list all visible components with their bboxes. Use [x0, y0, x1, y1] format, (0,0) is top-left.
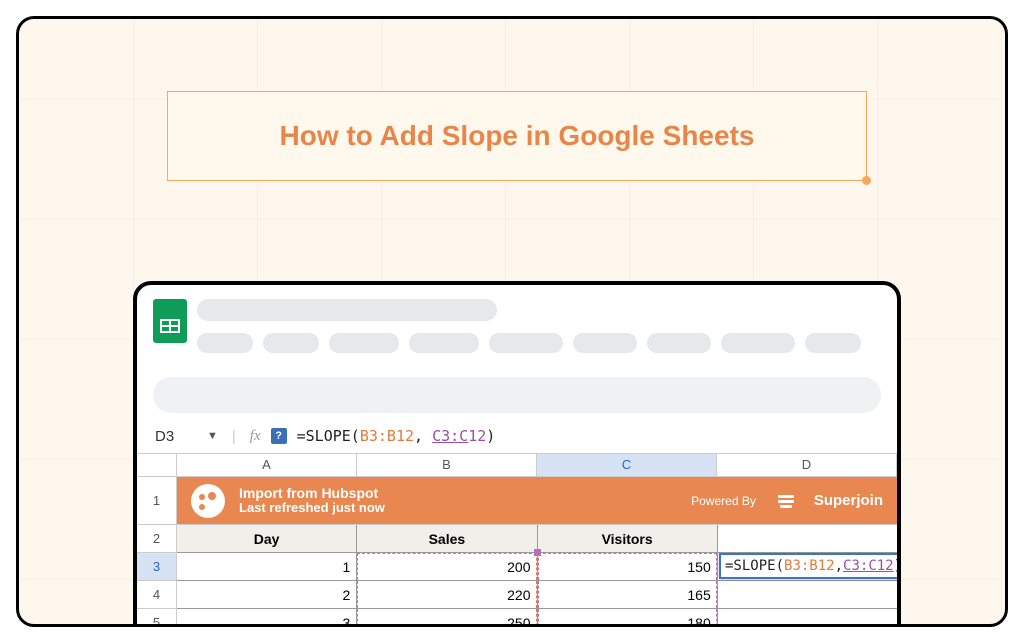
select-all-cell[interactable] [137, 454, 177, 476]
selection-handle [862, 176, 871, 185]
formula-input[interactable]: =SLOPE(B3:B12, C3:C12) [297, 427, 496, 445]
cell-a3[interactable]: 1 [177, 553, 357, 580]
cell-b4[interactable]: 220 [357, 581, 537, 608]
data-row-3: 1 200 150 =SLOPE(B3:B12, C3:C12) [177, 553, 897, 581]
cell-a4[interactable]: 2 [177, 581, 357, 608]
page-title: How to Add Slope in Google Sheets [280, 120, 755, 152]
divider: | [232, 428, 236, 445]
column-header-b[interactable]: B [357, 454, 537, 476]
cell-c4[interactable]: 165 [538, 581, 718, 608]
cells-area: Import from Hubspot Last refreshed just … [177, 477, 897, 627]
row-header-1[interactable]: 1 [137, 477, 177, 525]
superjoin-brand: Superjoin [814, 492, 883, 509]
column-header-a[interactable]: A [177, 454, 357, 476]
google-sheets-icon [153, 299, 187, 343]
superjoin-icon [776, 491, 796, 511]
tutorial-frame: How to Add Slope in Google Sheets [16, 16, 1008, 627]
powered-by-label: Powered By [691, 494, 756, 508]
banner-subtitle: Last refreshed just now [239, 501, 385, 516]
row-headers: 1 2 3 4 5 [137, 477, 177, 627]
cell-b5[interactable]: 250 [357, 609, 537, 627]
cell-d5[interactable] [718, 609, 897, 627]
cell-a5[interactable]: 3 [177, 609, 357, 627]
fx-icon: fx [250, 428, 261, 445]
active-cell-editor[interactable]: =SLOPE(B3:B12, C3:C12) [719, 553, 901, 579]
formula-help-icon[interactable]: ? [271, 428, 287, 444]
row-header-2[interactable]: 2 [137, 525, 177, 553]
header-day[interactable]: Day [177, 525, 357, 552]
hubspot-icon [191, 484, 225, 518]
formula-bar[interactable]: D3 ▼ | fx ? =SLOPE(B3:B12, C3:C12) [137, 413, 897, 453]
banner-title: Import from Hubspot [239, 485, 385, 501]
sheets-header [137, 285, 897, 367]
cell-d2[interactable] [718, 525, 897, 552]
row-header-3[interactable]: 3 [137, 553, 177, 581]
title-box: How to Add Slope in Google Sheets [167, 91, 867, 181]
import-banner: Import from Hubspot Last refreshed just … [177, 477, 897, 525]
data-grid: 1 2 3 4 5 Import from Hubspot Last refre… [137, 477, 897, 627]
row-header-4[interactable]: 4 [137, 581, 177, 609]
toolbar-placeholder [153, 377, 881, 413]
cell-d4[interactable] [718, 581, 897, 608]
sheets-window: D3 ▼ | fx ? =SLOPE(B3:B12, C3:C12) A B C… [133, 281, 901, 627]
row-header-5[interactable]: 5 [137, 609, 177, 627]
active-cell-ref[interactable]: D3 [155, 428, 197, 445]
header-sales[interactable]: Sales [357, 525, 537, 552]
cell-b3[interactable]: 200 [357, 553, 537, 580]
cell-c3[interactable]: 150 [538, 553, 718, 580]
data-row-4: 2 220 165 [177, 581, 897, 609]
data-row-5: 3 250 180 [177, 609, 897, 627]
header-visitors[interactable]: Visitors [538, 525, 718, 552]
cell-c5[interactable]: 180 [538, 609, 718, 627]
name-box-dropdown-icon[interactable]: ▼ [207, 430, 218, 442]
column-header-c[interactable]: C [537, 454, 717, 476]
header-placeholder [197, 299, 881, 353]
column-headers: A B C D [137, 453, 897, 477]
column-header-d[interactable]: D [717, 454, 897, 476]
